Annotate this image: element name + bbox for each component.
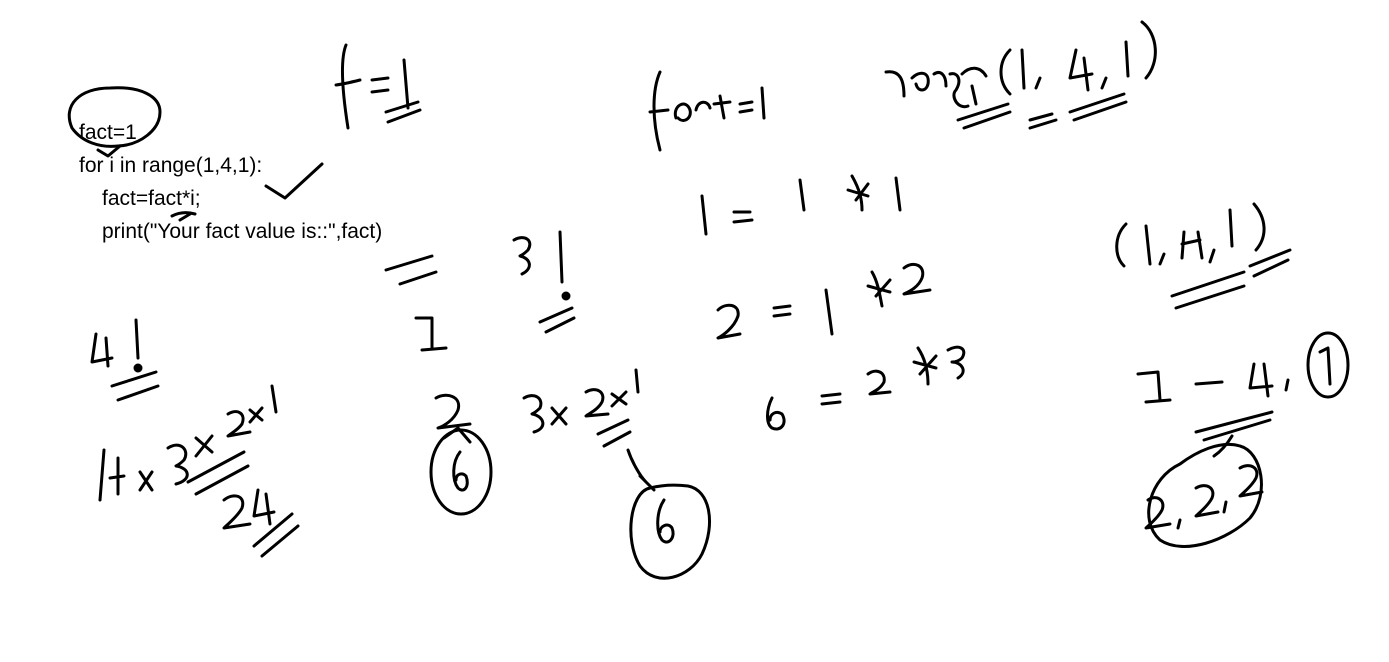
underline-paren-141-right bbox=[1170, 248, 1292, 310]
handwriting-1-equals-1-times-1 bbox=[700, 174, 902, 236]
checkmark bbox=[264, 162, 324, 200]
arrow-near-fact-multiply bbox=[170, 211, 197, 222]
underline-24 bbox=[252, 512, 300, 558]
handwriting-6-equals-2-times-3 bbox=[766, 345, 966, 431]
handwriting-2-equals-1-times-2 bbox=[716, 262, 932, 340]
handwriting-4-factorial bbox=[90, 318, 140, 368]
handwriting-1-under bbox=[414, 316, 448, 352]
whiteboard-canvas[interactable]: fact=1 for i in range(1,4,1): fact=fact*… bbox=[0, 0, 1389, 662]
arrow-range bbox=[970, 84, 978, 106]
handwriting-paren-141-right bbox=[1115, 202, 1266, 268]
handwriting-3-factorial bbox=[512, 230, 564, 284]
underline-before-3-factorial bbox=[384, 254, 438, 286]
underline-f-equals-1 bbox=[384, 100, 422, 124]
handwriting-1-in-circle bbox=[1318, 346, 1332, 386]
handwriting-1-minus-4 bbox=[1136, 362, 1290, 404]
factorial-dot bbox=[561, 291, 571, 301]
underline-range bbox=[956, 92, 1128, 130]
handwriting-paren-args bbox=[999, 20, 1157, 96]
underline-1-minus-4 bbox=[1194, 410, 1274, 442]
circle-around-6-middle bbox=[629, 483, 711, 580]
handwriting-f-equals-1 bbox=[334, 43, 410, 130]
handwritten-annotations bbox=[67, 20, 1350, 580]
underline-4x3x2x1 bbox=[186, 450, 250, 496]
arrow-to-circled-6-middle bbox=[626, 448, 656, 492]
handwriting-24 bbox=[222, 488, 276, 530]
handwriting-6-left bbox=[452, 450, 469, 492]
handwriting-fact-equals-1 bbox=[648, 70, 766, 152]
circle-around-6-left bbox=[429, 428, 493, 516]
underline-3-factorial bbox=[538, 306, 576, 334]
underline-3x2x1-middle bbox=[596, 418, 632, 448]
handwriting-2-above-6 bbox=[434, 393, 472, 430]
factorial-dot-4 bbox=[133, 363, 143, 373]
circle-around-fact-init bbox=[67, 86, 162, 148]
handwriting-6-middle bbox=[656, 498, 675, 544]
underline-4-factorial bbox=[110, 370, 160, 402]
